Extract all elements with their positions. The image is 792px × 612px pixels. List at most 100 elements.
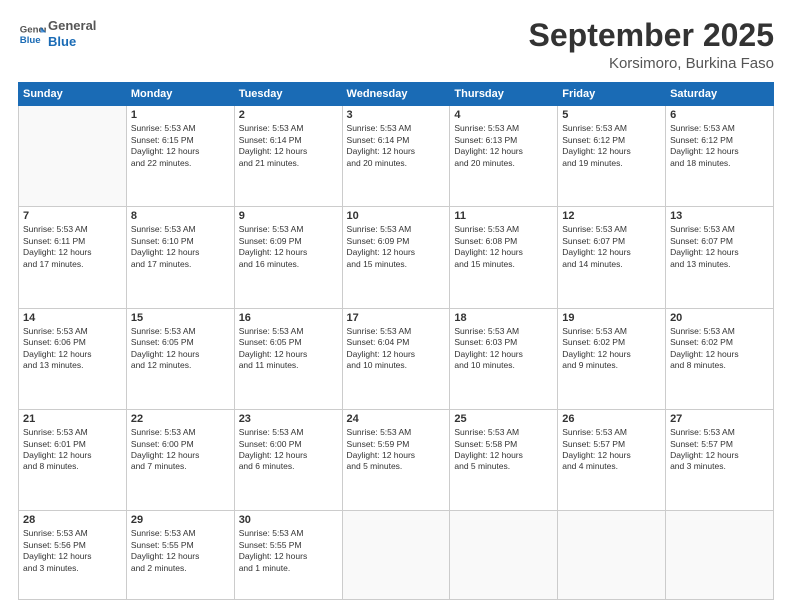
cell-info: Sunrise: 5:53 AMSunset: 5:55 PMDaylight:… <box>131 528 230 574</box>
cell-info: Sunrise: 5:53 AMSunset: 6:01 PMDaylight:… <box>23 427 122 473</box>
calendar-cell: 2Sunrise: 5:53 AMSunset: 6:14 PMDaylight… <box>234 106 342 207</box>
cell-info: Sunrise: 5:53 AMSunset: 5:58 PMDaylight:… <box>454 427 553 473</box>
day-number: 18 <box>454 312 553 324</box>
cell-info: Sunrise: 5:53 AMSunset: 6:07 PMDaylight:… <box>670 224 769 270</box>
cell-info: Sunrise: 5:53 AMSunset: 5:57 PMDaylight:… <box>562 427 661 473</box>
calendar-cell: 22 Sunrise: 5:53 AMSunset: 6:00 PMDayligh… <box>126 410 234 511</box>
cell-info: Sunrise: 5:53 AMSunset: 6:04 PMDaylight:… <box>347 326 446 372</box>
header: General Blue General Blue September 2025… <box>18 18 774 72</box>
calendar-week-5: 28Sunrise: 5:53 AMSunset: 5:56 PMDayligh… <box>19 511 774 600</box>
calendar-cell: 9Sunrise: 5:53 AMSunset: 6:09 PMDaylight… <box>234 207 342 308</box>
calendar-cell: 12 Sunrise: 5:53 AMSunset: 6:07 PMDayligh… <box>558 207 666 308</box>
cell-info: Sunrise: 5:53 AMSunset: 6:00 PMDaylight:… <box>131 427 230 473</box>
calendar-cell: 8 Sunrise: 5:53 AMSunset: 6:10 PMDaylight… <box>126 207 234 308</box>
calendar-week-2: 7Sunrise: 5:53 AMSunset: 6:11 PMDaylight… <box>19 207 774 308</box>
day-number: 19 <box>562 312 661 324</box>
day-number: 30 <box>239 514 338 526</box>
day-number: 7 <box>23 210 122 222</box>
calendar-header-thursday: Thursday <box>450 83 558 106</box>
logo: General Blue General Blue <box>18 18 96 49</box>
day-number: 13 <box>670 210 769 222</box>
cell-info: Sunrise: 5:53 AMSunset: 6:05 PMDaylight:… <box>131 326 230 372</box>
calendar-cell: 20 Sunrise: 5:53 AMSunset: 6:02 PMDayligh… <box>666 308 774 409</box>
cell-info: Sunrise: 5:53 AMSunset: 6:12 PMDaylight:… <box>562 123 661 169</box>
calendar-cell: 16Sunrise: 5:53 AMSunset: 6:05 PMDayligh… <box>234 308 342 409</box>
calendar-cell: 21 Sunrise: 5:53 AMSunset: 6:01 PMDayligh… <box>19 410 127 511</box>
calendar-cell: 30Sunrise: 5:53 AMSunset: 5:55 PMDayligh… <box>234 511 342 600</box>
cell-info: Sunrise: 5:53 AMSunset: 6:02 PMDaylight:… <box>670 326 769 372</box>
calendar-cell: 27 Sunrise: 5:53 AMSunset: 5:57 PMDayligh… <box>666 410 774 511</box>
cell-info: Sunrise: 5:53 AMSunset: 6:10 PMDaylight:… <box>131 224 230 270</box>
page: General Blue General Blue September 2025… <box>0 0 792 612</box>
day-number: 6 <box>670 109 769 121</box>
calendar-cell: 18 Sunrise: 5:53 AMSunset: 6:03 PMDayligh… <box>450 308 558 409</box>
day-number: 15 <box>131 312 230 324</box>
cell-info: Sunrise: 5:53 AMSunset: 6:12 PMDaylight:… <box>670 123 769 169</box>
calendar-header-tuesday: Tuesday <box>234 83 342 106</box>
calendar-cell: 29 Sunrise: 5:53 AMSunset: 5:55 PMDayligh… <box>126 511 234 600</box>
calendar-cell: 1 Sunrise: 5:53 AMSunset: 6:15 PMDaylight… <box>126 106 234 207</box>
day-number: 12 <box>562 210 661 222</box>
day-number: 28 <box>23 514 122 526</box>
cell-info: Sunrise: 5:53 AMSunset: 6:07 PMDaylight:… <box>562 224 661 270</box>
calendar-cell: 23 Sunrise: 5:53 AMSunset: 6:00 PMDayligh… <box>234 410 342 511</box>
cell-info: Sunrise: 5:53 AMSunset: 6:08 PMDaylight:… <box>454 224 553 270</box>
cell-info: Sunrise: 5:53 AMSunset: 6:03 PMDaylight:… <box>454 326 553 372</box>
calendar-week-3: 14Sunrise: 5:53 AMSunset: 6:06 PMDayligh… <box>19 308 774 409</box>
calendar-cell: 25 Sunrise: 5:53 AMSunset: 5:58 PMDayligh… <box>450 410 558 511</box>
calendar-header-row: SundayMondayTuesdayWednesdayThursdayFrid… <box>19 83 774 106</box>
calendar-header-monday: Monday <box>126 83 234 106</box>
day-number: 29 <box>131 514 230 526</box>
calendar-header-wednesday: Wednesday <box>342 83 450 106</box>
day-number: 26 <box>562 413 661 425</box>
calendar-cell: 11Sunrise: 5:53 AMSunset: 6:08 PMDayligh… <box>450 207 558 308</box>
calendar-cell: 4Sunrise: 5:53 AMSunset: 6:13 PMDaylight… <box>450 106 558 207</box>
calendar-cell <box>450 511 558 600</box>
calendar-cell: 7Sunrise: 5:53 AMSunset: 6:11 PMDaylight… <box>19 207 127 308</box>
calendar-cell: 15 Sunrise: 5:53 AMSunset: 6:05 PMDayligh… <box>126 308 234 409</box>
day-number: 9 <box>239 210 338 222</box>
calendar-header-sunday: Sunday <box>19 83 127 106</box>
day-number: 10 <box>347 210 446 222</box>
cell-info: Sunrise: 5:53 AMSunset: 6:09 PMDaylight:… <box>347 224 446 270</box>
cell-info: Sunrise: 5:53 AMSunset: 5:57 PMDaylight:… <box>670 427 769 473</box>
main-title: September 2025 <box>529 18 774 53</box>
cell-info: Sunrise: 5:53 AMSunset: 6:15 PMDaylight:… <box>131 123 230 169</box>
day-number: 21 <box>23 413 122 425</box>
day-number: 27 <box>670 413 769 425</box>
logo-general: General <box>48 18 96 34</box>
day-number: 20 <box>670 312 769 324</box>
calendar-cell: 10 Sunrise: 5:53 AMSunset: 6:09 PMDayligh… <box>342 207 450 308</box>
cell-info: Sunrise: 5:53 AMSunset: 6:06 PMDaylight:… <box>23 326 122 372</box>
calendar-cell: 17 Sunrise: 5:53 AMSunset: 6:04 PMDayligh… <box>342 308 450 409</box>
day-number: 23 <box>239 413 338 425</box>
calendar-week-4: 21 Sunrise: 5:53 AMSunset: 6:01 PMDayligh… <box>19 410 774 511</box>
svg-text:Blue: Blue <box>20 34 41 45</box>
calendar-cell: 3Sunrise: 5:53 AMSunset: 6:14 PMDaylight… <box>342 106 450 207</box>
calendar-cell: 26 Sunrise: 5:53 AMSunset: 5:57 PMDayligh… <box>558 410 666 511</box>
calendar-cell: 19 Sunrise: 5:53 AMSunset: 6:02 PMDayligh… <box>558 308 666 409</box>
calendar-cell: 5Sunrise: 5:53 AMSunset: 6:12 PMDaylight… <box>558 106 666 207</box>
calendar-cell: 24Sunrise: 5:53 AMSunset: 5:59 PMDayligh… <box>342 410 450 511</box>
calendar-cell <box>342 511 450 600</box>
calendar: SundayMondayTuesdayWednesdayThursdayFrid… <box>18 82 774 600</box>
calendar-header-saturday: Saturday <box>666 83 774 106</box>
calendar-cell: 28Sunrise: 5:53 AMSunset: 5:56 PMDayligh… <box>19 511 127 600</box>
day-number: 8 <box>131 210 230 222</box>
subtitle: Korsimoro, Burkina Faso <box>529 55 774 72</box>
day-number: 25 <box>454 413 553 425</box>
cell-info: Sunrise: 5:53 AMSunset: 6:02 PMDaylight:… <box>562 326 661 372</box>
calendar-cell <box>19 106 127 207</box>
calendar-cell: 14Sunrise: 5:53 AMSunset: 6:06 PMDayligh… <box>19 308 127 409</box>
calendar-cell <box>666 511 774 600</box>
calendar-header-friday: Friday <box>558 83 666 106</box>
cell-info: Sunrise: 5:53 AMSunset: 6:13 PMDaylight:… <box>454 123 553 169</box>
day-number: 22 <box>131 413 230 425</box>
day-number: 3 <box>347 109 446 121</box>
day-number: 17 <box>347 312 446 324</box>
day-number: 1 <box>131 109 230 121</box>
cell-info: Sunrise: 5:53 AMSunset: 6:00 PMDaylight:… <box>239 427 338 473</box>
cell-info: Sunrise: 5:53 AMSunset: 5:59 PMDaylight:… <box>347 427 446 473</box>
title-block: September 2025 Korsimoro, Burkina Faso <box>529 18 774 72</box>
calendar-cell: 13 Sunrise: 5:53 AMSunset: 6:07 PMDayligh… <box>666 207 774 308</box>
